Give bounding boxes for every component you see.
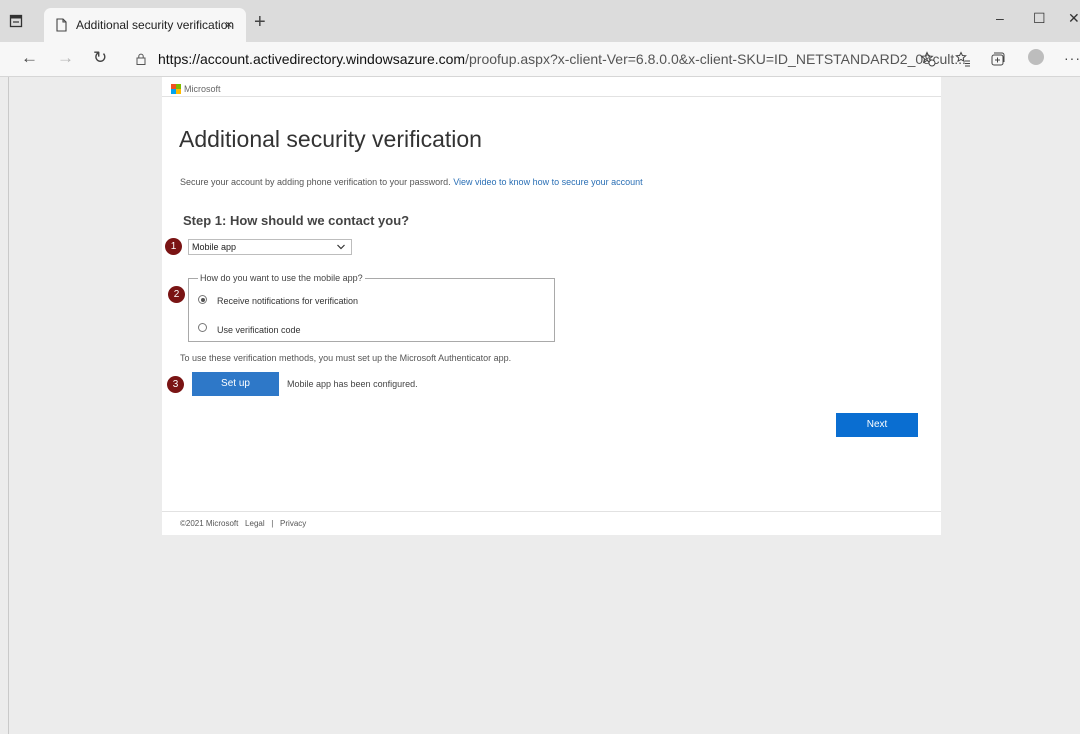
- privacy-link[interactable]: Privacy: [280, 519, 306, 528]
- notification-radio[interactable]: [198, 295, 207, 304]
- browser-toolbar: ← → ↻ https://account.activedirectory.wi…: [0, 42, 1080, 77]
- add-favorite-icon[interactable]: [920, 51, 936, 67]
- step-badge-3: 3: [167, 376, 184, 393]
- favorites-icon[interactable]: [955, 51, 971, 67]
- intro-text: Secure your account by adding phone veri…: [180, 177, 643, 187]
- tab-title: Additional security verification: [76, 18, 235, 32]
- refresh-icon[interactable]: ↻: [93, 48, 107, 68]
- more-icon[interactable]: ···: [1064, 50, 1080, 66]
- tab-close-icon[interactable]: ×: [225, 18, 233, 32]
- url-path: /proofup.aspx?x-client-Ver=6.8.0.0&x-cli…: [465, 51, 966, 67]
- url-text[interactable]: https://account.activedirectory.windowsa…: [158, 51, 966, 67]
- tab-strip: Additional security verification × + – ☐…: [0, 0, 1080, 42]
- maximize-icon[interactable]: ☐: [1033, 10, 1046, 27]
- verification-code-radio[interactable]: [198, 323, 207, 332]
- step-title: Step 1: How should we contact you?: [183, 213, 410, 228]
- footer: ©2021 Microsoft Legal | Privacy: [180, 519, 306, 528]
- footer-separator: |: [271, 519, 274, 528]
- setup-button[interactable]: Set up: [192, 372, 279, 396]
- legal-link[interactable]: Legal: [245, 519, 265, 528]
- mobile-app-legend: How do you want to use the mobile app?: [198, 273, 365, 283]
- step-badge-2: 2: [168, 286, 185, 303]
- browser-tab[interactable]: Additional security verification ×: [44, 8, 246, 42]
- address-bar[interactable]: https://account.activedirectory.windowsa…: [130, 46, 966, 72]
- profile-avatar-icon[interactable]: [1028, 49, 1044, 65]
- forward-icon[interactable]: →: [57, 48, 74, 68]
- setup-status: Mobile app has been configured.: [287, 379, 418, 389]
- window-close-icon[interactable]: ✕: [1068, 10, 1080, 27]
- microsoft-logo-icon: [171, 84, 181, 94]
- contact-method-select[interactable]: Mobile app: [188, 239, 352, 255]
- page-icon: [56, 18, 67, 32]
- next-button[interactable]: Next: [836, 413, 918, 437]
- window-menu-icon[interactable]: [9, 14, 23, 28]
- brand-name: Microsoft: [184, 84, 221, 94]
- video-link[interactable]: View video to know how to secure your ac…: [453, 177, 642, 187]
- lock-icon[interactable]: [136, 53, 146, 65]
- minimize-icon[interactable]: –: [996, 10, 1004, 26]
- contact-method-value: Mobile app: [192, 242, 237, 252]
- page-title: Additional security verification: [179, 126, 482, 152]
- chevron-down-icon: [337, 244, 345, 250]
- step-badge-1: 1: [165, 238, 182, 255]
- collections-icon[interactable]: [990, 51, 1006, 67]
- url-domain: https://account.activedirectory.windowsa…: [158, 51, 466, 67]
- header-divider: [162, 96, 941, 97]
- copyright-text: ©2021 Microsoft: [180, 519, 239, 528]
- authenticator-note: To use these verification methods, you m…: [180, 353, 512, 363]
- microsoft-logo: Microsoft: [171, 82, 221, 96]
- page-viewport: Microsoft Additional security verificati…: [8, 77, 1080, 734]
- new-tab-icon[interactable]: +: [254, 12, 266, 32]
- intro-description: Secure your account by adding phone veri…: [180, 177, 451, 187]
- verification-card: Microsoft Additional security verificati…: [162, 77, 941, 535]
- verification-code-option-label[interactable]: Use verification code: [217, 325, 301, 335]
- notification-option-label[interactable]: Receive notifications for verification: [217, 296, 358, 306]
- footer-divider: [162, 511, 941, 512]
- back-icon[interactable]: ←: [21, 48, 38, 68]
